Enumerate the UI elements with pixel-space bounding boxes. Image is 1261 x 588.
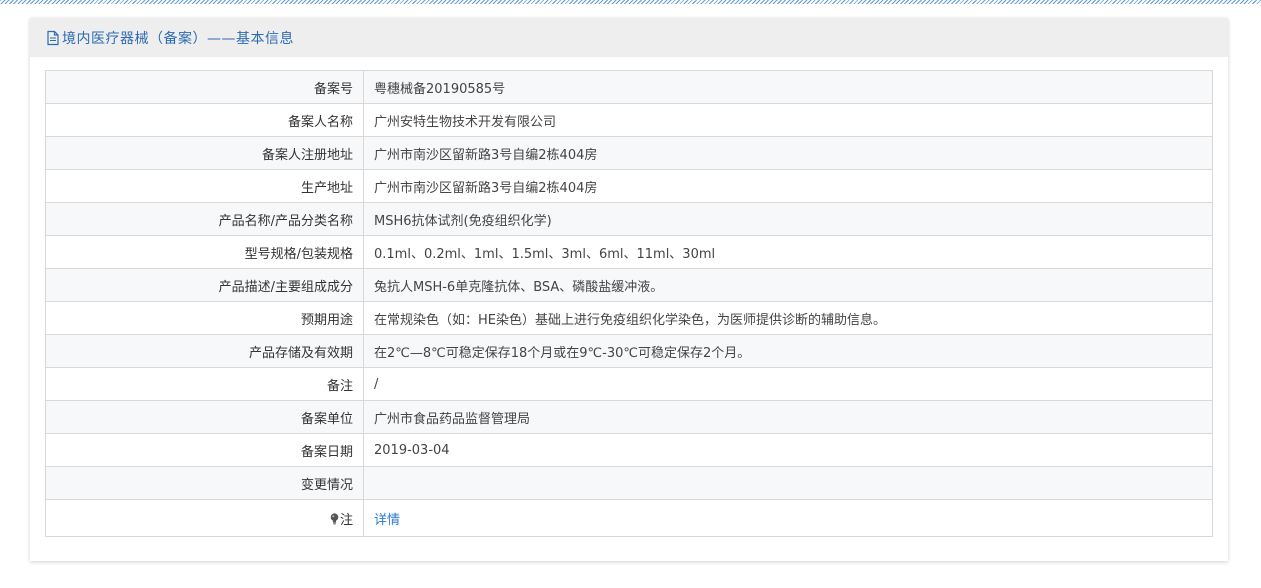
document-icon [46, 30, 60, 46]
note-row: 注 详情 [45, 499, 1213, 537]
row-label: 生产地址 [45, 169, 364, 203]
row-label: 产品名称/产品分类名称 [45, 202, 364, 236]
table-row: 生产地址 广州市南沙区留新路3号自编2栋404房 [45, 169, 1213, 203]
table-row: 备注 / [45, 367, 1213, 401]
row-value: / [363, 367, 1213, 401]
row-value: 在常规染色（如：HE染色）基础上进行免疫组织化学染色，为医师提供诊断的辅助信息。 [363, 301, 1213, 335]
row-label: 预期用途 [45, 301, 364, 335]
table-row: 备案日期 2019-03-04 [45, 433, 1213, 467]
row-value: 粤穗械备20190585号 [363, 70, 1213, 104]
row-value: 广州市南沙区留新路3号自编2栋404房 [363, 136, 1213, 170]
row-label: 产品描述/主要组成成分 [45, 268, 364, 302]
table-row: 备案人注册地址 广州市南沙区留新路3号自编2栋404房 [45, 136, 1213, 170]
row-label: 型号规格/包装规格 [45, 235, 364, 269]
info-table: 备案号 粤穗械备20190585号 备案人名称 广州安特生物技术开发有限公司 备… [45, 70, 1213, 537]
row-value: 广州安特生物技术开发有限公司 [363, 103, 1213, 137]
table-row: 变更情况 [45, 466, 1213, 500]
row-value: 广州市食品药品监督管理局 [363, 400, 1213, 434]
row-value: 广州市南沙区留新路3号自编2栋404房 [363, 169, 1213, 203]
row-value: 在2℃—8℃可稳定保存18个月或在9℃-30℃可稳定保存2个月。 [363, 334, 1213, 368]
row-label: 产品存储及有效期 [45, 334, 364, 368]
row-label: 备案人名称 [45, 103, 364, 137]
note-value-cell: 详情 [363, 499, 1213, 537]
table-row: 产品描述/主要组成成分 兔抗人MSH-6单克隆抗体、BSA、磷酸盐缓冲液。 [45, 268, 1213, 302]
page-title: 境内医疗器械（备案）——基本信息 [62, 30, 294, 47]
note-label: 注 [339, 512, 353, 528]
row-label: 备案人注册地址 [45, 136, 364, 170]
row-label: 变更情况 [45, 466, 364, 500]
row-value: MSH6抗体试剂(免疫组织化学) [363, 202, 1213, 236]
table-row: 型号规格/包装规格 0.1ml、0.2ml、1ml、1.5ml、3ml、6ml、… [45, 235, 1213, 269]
details-link[interactable]: 详情 [374, 513, 400, 528]
table-row: 备案号 粤穗械备20190585号 [45, 70, 1213, 104]
row-value: 2019-03-04 [363, 433, 1213, 467]
row-value [363, 466, 1213, 500]
basic-info-panel: 境内医疗器械（备案）——基本信息 备案号 粤穗械备20190585号 备案人名称… [30, 18, 1228, 561]
table-row: 产品名称/产品分类名称 MSH6抗体试剂(免疫组织化学) [45, 202, 1213, 236]
lightbulb-icon [330, 512, 339, 525]
table-row: 产品存储及有效期 在2℃—8℃可稳定保存18个月或在9℃-30℃可稳定保存2个月… [45, 334, 1213, 368]
row-label: 备案号 [45, 70, 364, 104]
row-label: 备案日期 [45, 433, 364, 467]
row-label: 备注 [45, 367, 364, 401]
note-label-cell: 注 [45, 499, 364, 537]
table-row: 备案人名称 广州安特生物技术开发有限公司 [45, 103, 1213, 137]
row-label: 备案单位 [45, 400, 364, 434]
table-row: 备案单位 广州市食品药品监督管理局 [45, 400, 1213, 434]
panel-header: 境内医疗器械（备案）——基本信息 [30, 18, 1228, 57]
row-value: 0.1ml、0.2ml、1ml、1.5ml、3ml、6ml、11ml、30ml [363, 235, 1213, 269]
top-decorative-stripe [0, 0, 1261, 4]
table-row: 预期用途 在常规染色（如：HE染色）基础上进行免疫组织化学染色，为医师提供诊断的… [45, 301, 1213, 335]
row-value: 兔抗人MSH-6单克隆抗体、BSA、磷酸盐缓冲液。 [363, 268, 1213, 302]
